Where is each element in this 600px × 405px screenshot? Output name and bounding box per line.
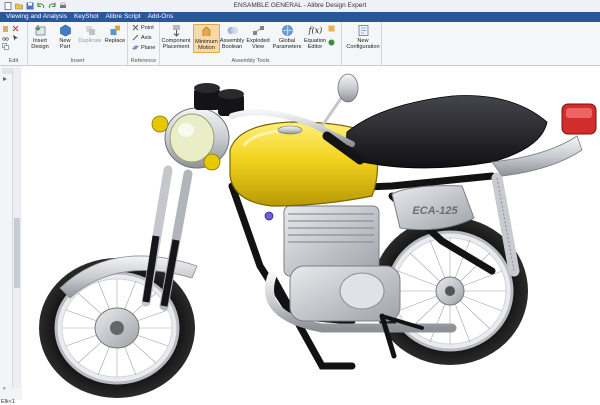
component-placement-button[interactable]: Component Placement bbox=[160, 24, 192, 51]
insert-design-label: Insert Design bbox=[31, 38, 49, 51]
exploded-view-label: Exploded View bbox=[246, 38, 270, 51]
minimum-motion-label: Minimum Motion bbox=[195, 39, 218, 52]
replace-label: Replace bbox=[104, 38, 126, 44]
plane-label: Plane bbox=[141, 44, 156, 51]
axis-label: Axis bbox=[141, 34, 152, 41]
component-placement-label: Component Placement bbox=[161, 38, 191, 51]
edit-tool-1[interactable] bbox=[2, 25, 9, 32]
minimum-motion-icon bbox=[202, 26, 211, 36]
duplicate-label: Duplicate bbox=[78, 38, 102, 44]
new-part-button[interactable]: New Part bbox=[58, 24, 72, 51]
explorer-collapse-icon[interactable] bbox=[2, 76, 8, 84]
insert-design-button[interactable]: Insert Design bbox=[30, 24, 50, 51]
fuel-cap bbox=[277, 125, 303, 135]
group-label-assembly-tools: Assembly Tools bbox=[231, 58, 270, 64]
config-tool-2[interactable] bbox=[328, 39, 335, 46]
config-tool-1[interactable] bbox=[328, 25, 335, 32]
tab-add-ons[interactable]: Add-Ons bbox=[148, 12, 174, 22]
equation-editor-button[interactable]: f(x) Equation Editor bbox=[302, 24, 328, 51]
point-label: Point bbox=[141, 24, 154, 31]
assembly-boolean-label: Assembly Boolean bbox=[219, 38, 245, 51]
duplicate-button[interactable]: Duplicate bbox=[78, 24, 102, 44]
ribbon-group-edit: Edit bbox=[0, 22, 28, 65]
plane-icon bbox=[132, 45, 139, 50]
copy-icon bbox=[2, 43, 9, 50]
tank-badge-text: ECA-125 bbox=[412, 205, 458, 217]
side-cover: ECA-125 bbox=[391, 185, 475, 231]
minimum-motion-button[interactable]: Minimum Motion bbox=[193, 24, 220, 53]
new-configuration-label: New Configuration bbox=[346, 38, 380, 51]
cut-icon bbox=[2, 37, 9, 41]
explorer-scroll-thumb[interactable] bbox=[14, 218, 20, 288]
plane-button[interactable]: Plane bbox=[132, 44, 155, 51]
design-explorer-panel: ▾ Elk<1 bbox=[0, 66, 23, 405]
ribbon-group-assembly-tools: Component Placement Minimum Motion Assem… bbox=[160, 22, 342, 65]
select-icon bbox=[13, 35, 18, 41]
window-title: ENSAMBLE GENERAL - Alibre Design Expert bbox=[233, 2, 367, 9]
tab-keyshot[interactable]: KeyShot bbox=[74, 12, 99, 22]
edit-tool-3[interactable] bbox=[2, 43, 9, 50]
tab-alibre-script[interactable]: Alibre Script bbox=[106, 12, 141, 22]
front-left-turn-signal bbox=[151, 115, 169, 133]
new-part-label: New Part bbox=[59, 38, 71, 51]
seat bbox=[346, 95, 548, 169]
ribbon-group-insert: Insert Design New Part Duplicate Replace… bbox=[28, 22, 128, 65]
edit-tool-5[interactable] bbox=[12, 34, 19, 41]
point-icon bbox=[132, 24, 139, 31]
component-placement-icon bbox=[172, 25, 180, 37]
selected-point-marker bbox=[264, 211, 274, 221]
axis-icon bbox=[132, 34, 139, 41]
assembly-boolean-icon bbox=[227, 27, 238, 34]
new-part-icon bbox=[59, 24, 71, 37]
equation-editor-label: Equation Editor bbox=[303, 38, 327, 51]
point-button[interactable]: Point bbox=[132, 24, 154, 31]
global-parameters-label: Global Parameters bbox=[272, 38, 302, 51]
new-configuration-icon bbox=[358, 25, 368, 36]
tab-viewing-and-analysis[interactable]: Viewing and Analysis bbox=[6, 12, 67, 22]
group-label-edit: Edit bbox=[8, 58, 19, 64]
edit-tool-2[interactable] bbox=[2, 34, 9, 41]
global-parameters-button[interactable]: Global Parameters bbox=[272, 24, 302, 51]
duplicate-icon bbox=[85, 26, 95, 35]
ribbon-tab-bar: Viewing and Analysis KeyShot Alibre Scri… bbox=[0, 12, 600, 22]
model-viewport[interactable]: ECA-125 bbox=[22, 66, 600, 400]
explorer-scroll-arrow-icon[interactable]: ▾ bbox=[3, 386, 6, 392]
front-right-turn-signal bbox=[203, 153, 221, 171]
edit-tool-4[interactable] bbox=[12, 25, 19, 32]
replace-button[interactable]: Replace bbox=[104, 24, 126, 44]
axis-button[interactable]: Axis bbox=[132, 34, 152, 41]
exploded-view-icon bbox=[252, 26, 264, 35]
group-label-insert: Insert bbox=[70, 58, 85, 64]
delete-icon bbox=[12, 25, 19, 32]
paste-icon bbox=[3, 26, 8, 32]
exploded-view-button[interactable]: Exploded View bbox=[246, 24, 270, 51]
group-label-reference: Reference bbox=[130, 58, 157, 64]
color-icon bbox=[328, 39, 335, 46]
config-icon bbox=[328, 25, 335, 32]
mirror bbox=[337, 73, 359, 103]
global-parameters-icon bbox=[281, 25, 293, 36]
replace-icon bbox=[110, 25, 120, 35]
insert-design-icon bbox=[35, 25, 45, 36]
front-fork bbox=[141, 165, 193, 311]
new-configuration-button[interactable]: New Configuration bbox=[346, 24, 380, 51]
assembly-boolean-button[interactable]: Assembly Boolean bbox=[219, 24, 245, 51]
ribbon-group-configuration: New Configuration bbox=[328, 22, 382, 65]
explorer-scrollbar[interactable] bbox=[12, 68, 21, 388]
equation-editor-icon: f(x) bbox=[308, 26, 323, 35]
ribbon-group-reference: Point Axis Plane Reference bbox=[128, 22, 160, 65]
motorcycle-3d-model: ECA-125 bbox=[39, 73, 597, 398]
ribbon: Edit Insert Design New Part Duplicate Re… bbox=[0, 22, 600, 66]
